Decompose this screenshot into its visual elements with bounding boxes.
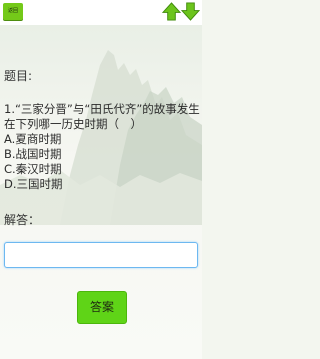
option-a: A.夏商时期 [4,132,62,146]
question-label: 题目: [4,69,33,83]
option-d: D.三国时期 [4,177,63,191]
answer-label: 解答： [4,213,41,227]
answer-input[interactable] [4,242,198,268]
arrow-down-icon[interactable] [181,2,200,21]
question-stem: 1.“三家分晋”与“田氏代齐”的故事发生在下列哪一历史时期（ ） [4,102,200,131]
back-button[interactable]: 返回 [3,3,23,20]
question-body: 1.“三家分晋”与“田氏代齐”的故事发生在下列哪一历史时期（ ） A.夏商时期 … [4,102,200,192]
option-b: B.战国时期 [4,147,62,161]
answer-button[interactable]: 答案 [77,291,127,324]
arrow-up-icon[interactable] [162,2,181,21]
top-bar: 返回 [0,0,202,25]
option-c: C.秦汉时期 [4,162,62,176]
